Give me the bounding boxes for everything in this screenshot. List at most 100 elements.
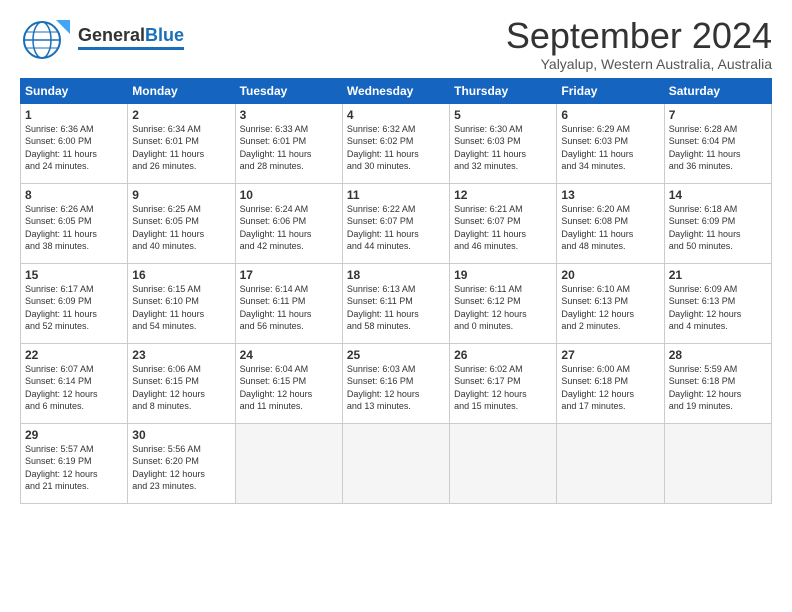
day-number: 9 [132,188,230,202]
logo-blue: Blue [145,25,184,45]
day-info: Sunrise: 6:32 AM Sunset: 6:02 PM Dayligh… [347,123,445,173]
location-subtitle: Yalyalup, Western Australia, Australia [506,56,772,72]
logo-general: General [78,25,145,45]
calendar-cell [450,423,557,503]
calendar-cell: 28Sunrise: 5:59 AM Sunset: 6:18 PM Dayli… [664,343,771,423]
day-info: Sunrise: 6:03 AM Sunset: 6:16 PM Dayligh… [347,363,445,413]
header-cell-monday: Monday [128,78,235,103]
day-number: 19 [454,268,552,282]
day-number: 7 [669,108,767,122]
day-info: Sunrise: 6:00 AM Sunset: 6:18 PM Dayligh… [561,363,659,413]
calendar-cell: 21Sunrise: 6:09 AM Sunset: 6:13 PM Dayli… [664,263,771,343]
day-info: Sunrise: 6:04 AM Sunset: 6:15 PM Dayligh… [240,363,338,413]
calendar-cell: 20Sunrise: 6:10 AM Sunset: 6:13 PM Dayli… [557,263,664,343]
day-number: 5 [454,108,552,122]
header: GeneralBlue September 2024 Yalyalup, Wes… [20,16,772,72]
day-info: Sunrise: 5:59 AM Sunset: 6:18 PM Dayligh… [669,363,767,413]
day-info: Sunrise: 6:24 AM Sunset: 6:06 PM Dayligh… [240,203,338,253]
day-info: Sunrise: 6:30 AM Sunset: 6:03 PM Dayligh… [454,123,552,173]
day-info: Sunrise: 6:02 AM Sunset: 6:17 PM Dayligh… [454,363,552,413]
day-number: 24 [240,348,338,362]
calendar-cell: 11Sunrise: 6:22 AM Sunset: 6:07 PM Dayli… [342,183,449,263]
calendar-cell [557,423,664,503]
day-number: 1 [25,108,123,122]
page: GeneralBlue September 2024 Yalyalup, Wes… [0,0,792,612]
day-number: 25 [347,348,445,362]
calendar-cell: 5Sunrise: 6:30 AM Sunset: 6:03 PM Daylig… [450,103,557,183]
calendar-cell: 26Sunrise: 6:02 AM Sunset: 6:17 PM Dayli… [450,343,557,423]
day-number: 17 [240,268,338,282]
calendar-cell [342,423,449,503]
calendar-cell: 17Sunrise: 6:14 AM Sunset: 6:11 PM Dayli… [235,263,342,343]
day-info: Sunrise: 6:17 AM Sunset: 6:09 PM Dayligh… [25,283,123,333]
calendar-cell: 13Sunrise: 6:20 AM Sunset: 6:08 PM Dayli… [557,183,664,263]
header-cell-thursday: Thursday [450,78,557,103]
day-number: 10 [240,188,338,202]
header-cell-saturday: Saturday [664,78,771,103]
calendar-week-row: 8Sunrise: 6:26 AM Sunset: 6:05 PM Daylig… [21,183,772,263]
calendar-cell: 27Sunrise: 6:00 AM Sunset: 6:18 PM Dayli… [557,343,664,423]
calendar-cell: 2Sunrise: 6:34 AM Sunset: 6:01 PM Daylig… [128,103,235,183]
day-number: 15 [25,268,123,282]
calendar-cell: 9Sunrise: 6:25 AM Sunset: 6:05 PM Daylig… [128,183,235,263]
header-cell-wednesday: Wednesday [342,78,449,103]
logo-underline [78,47,184,50]
calendar-week-row: 1Sunrise: 6:36 AM Sunset: 6:00 PM Daylig… [21,103,772,183]
day-number: 28 [669,348,767,362]
calendar-week-row: 22Sunrise: 6:07 AM Sunset: 6:14 PM Dayli… [21,343,772,423]
calendar-cell [235,423,342,503]
day-info: Sunrise: 6:13 AM Sunset: 6:11 PM Dayligh… [347,283,445,333]
logo: GeneralBlue [20,16,184,60]
day-info: Sunrise: 6:29 AM Sunset: 6:03 PM Dayligh… [561,123,659,173]
calendar-cell: 30Sunrise: 5:56 AM Sunset: 6:20 PM Dayli… [128,423,235,503]
day-number: 12 [454,188,552,202]
day-number: 23 [132,348,230,362]
day-info: Sunrise: 6:09 AM Sunset: 6:13 PM Dayligh… [669,283,767,333]
calendar-week-row: 29Sunrise: 5:57 AM Sunset: 6:19 PM Dayli… [21,423,772,503]
day-number: 16 [132,268,230,282]
title-area: September 2024 Yalyalup, Western Austral… [506,16,772,72]
header-cell-friday: Friday [557,78,664,103]
calendar-cell: 16Sunrise: 6:15 AM Sunset: 6:10 PM Dayli… [128,263,235,343]
day-number: 3 [240,108,338,122]
day-number: 29 [25,428,123,442]
day-number: 6 [561,108,659,122]
day-number: 26 [454,348,552,362]
calendar-header-row: SundayMondayTuesdayWednesdayThursdayFrid… [21,78,772,103]
day-info: Sunrise: 6:18 AM Sunset: 6:09 PM Dayligh… [669,203,767,253]
day-info: Sunrise: 6:15 AM Sunset: 6:10 PM Dayligh… [132,283,230,333]
day-number: 18 [347,268,445,282]
day-info: Sunrise: 6:10 AM Sunset: 6:13 PM Dayligh… [561,283,659,333]
calendar-cell: 18Sunrise: 6:13 AM Sunset: 6:11 PM Dayli… [342,263,449,343]
day-info: Sunrise: 5:56 AM Sunset: 6:20 PM Dayligh… [132,443,230,493]
day-number: 13 [561,188,659,202]
day-number: 20 [561,268,659,282]
day-info: Sunrise: 6:34 AM Sunset: 6:01 PM Dayligh… [132,123,230,173]
day-number: 2 [132,108,230,122]
calendar-week-row: 15Sunrise: 6:17 AM Sunset: 6:09 PM Dayli… [21,263,772,343]
day-info: Sunrise: 6:20 AM Sunset: 6:08 PM Dayligh… [561,203,659,253]
logo-icon [20,16,74,60]
day-info: Sunrise: 6:36 AM Sunset: 6:00 PM Dayligh… [25,123,123,173]
day-info: Sunrise: 6:21 AM Sunset: 6:07 PM Dayligh… [454,203,552,253]
calendar-cell: 25Sunrise: 6:03 AM Sunset: 6:16 PM Dayli… [342,343,449,423]
calendar-cell: 12Sunrise: 6:21 AM Sunset: 6:07 PM Dayli… [450,183,557,263]
calendar-cell: 8Sunrise: 6:26 AM Sunset: 6:05 PM Daylig… [21,183,128,263]
calendar-cell: 3Sunrise: 6:33 AM Sunset: 6:01 PM Daylig… [235,103,342,183]
day-number: 21 [669,268,767,282]
calendar-cell: 19Sunrise: 6:11 AM Sunset: 6:12 PM Dayli… [450,263,557,343]
day-info: Sunrise: 6:25 AM Sunset: 6:05 PM Dayligh… [132,203,230,253]
calendar-cell: 29Sunrise: 5:57 AM Sunset: 6:19 PM Dayli… [21,423,128,503]
day-number: 22 [25,348,123,362]
calendar-cell: 23Sunrise: 6:06 AM Sunset: 6:15 PM Dayli… [128,343,235,423]
calendar-cell: 22Sunrise: 6:07 AM Sunset: 6:14 PM Dayli… [21,343,128,423]
month-title: September 2024 [506,16,772,56]
calendar-cell: 14Sunrise: 6:18 AM Sunset: 6:09 PM Dayli… [664,183,771,263]
calendar-table: SundayMondayTuesdayWednesdayThursdayFrid… [20,78,772,504]
day-info: Sunrise: 6:14 AM Sunset: 6:11 PM Dayligh… [240,283,338,333]
calendar-cell: 24Sunrise: 6:04 AM Sunset: 6:15 PM Dayli… [235,343,342,423]
day-number: 4 [347,108,445,122]
day-info: Sunrise: 6:06 AM Sunset: 6:15 PM Dayligh… [132,363,230,413]
calendar-cell: 7Sunrise: 6:28 AM Sunset: 6:04 PM Daylig… [664,103,771,183]
day-info: Sunrise: 6:22 AM Sunset: 6:07 PM Dayligh… [347,203,445,253]
